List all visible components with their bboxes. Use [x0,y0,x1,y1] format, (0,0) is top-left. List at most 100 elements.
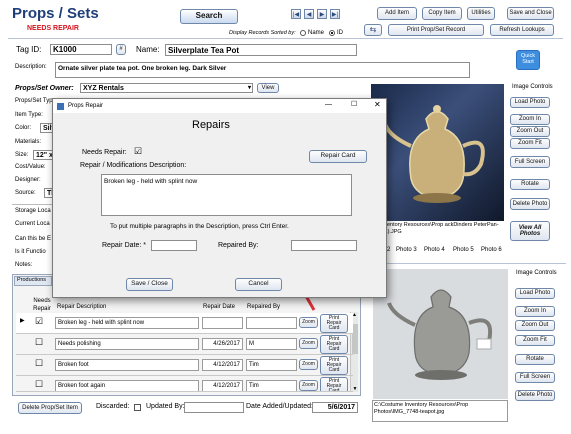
row-date[interactable]: 4/12/2017 [202,359,243,371]
productions-tab[interactable]: Productions [14,276,52,286]
last-record-button[interactable]: ▶| [330,9,340,19]
table-row[interactable]: ▶ ☑ Broken leg - held with splint now Zo… [16,313,353,334]
zoom-in-button[interactable]: Zoom In [510,114,550,125]
notes-label: Notes: [15,262,33,268]
repair-date-field[interactable] [151,240,197,251]
zoom-fit-button-bottom[interactable]: Zoom Fit [515,335,555,346]
load-photo-button[interactable]: Load Photo [510,97,550,108]
prev-record-button[interactable]: ◀ [304,9,314,19]
photo-tab-6[interactable]: Photo 6 [481,247,502,253]
row-zoom-button[interactable]: Zoom [299,338,318,349]
row-date[interactable]: 4/12/2017 [202,380,243,391]
discarded-checkbox[interactable] [134,404,141,411]
row-description[interactable]: Broken foot again [55,380,199,391]
needs-repair-checkbox[interactable]: ☐ [35,337,43,348]
next-record-button[interactable]: ▶ [317,9,327,19]
delete-item-button[interactable]: Delete Prop/Set Item [18,402,82,414]
load-photo-button-bottom[interactable]: Load Photo [515,288,555,299]
owner-label: Props/Set Owner: [15,85,74,92]
size-field[interactable]: 12" x [33,150,54,160]
full-screen-button-bottom[interactable]: Full Screen [515,372,555,383]
delete-photo-button-bottom[interactable]: Delete Photo [515,390,555,401]
zoom-out-button-bottom[interactable]: Zoom Out [515,320,555,331]
first-record-button[interactable]: |◀ [291,9,301,19]
owner-view-button[interactable]: View [257,83,279,93]
table-row[interactable]: ☐ Needs polishing 4/26/2017 M Zoom Print… [16,334,353,355]
row-description[interactable]: Broken foot [55,359,199,371]
row-print-card-button[interactable]: Print Repair Card [320,314,348,333]
zoom-in-button-bottom[interactable]: Zoom In [515,306,555,317]
photo-top[interactable] [371,84,504,221]
sort-label: Display Records Sorted by: [229,30,296,36]
table-row[interactable]: ☐ Broken foot again 4/12/2017 Tim Zoom P… [16,376,353,392]
hash-button[interactable]: # [116,44,126,55]
filter-button[interactable]: ⇆ [364,24,382,36]
date-updated-field[interactable]: 5/6/2017 [312,402,358,413]
tag-id-field[interactable]: K1000 [50,44,112,55]
zoom-fit-button[interactable]: Zoom Fit [510,138,550,149]
repair-date-label: Repair Date: * [102,242,146,249]
row-zoom-button[interactable]: Zoom [299,359,318,370]
side-divider-1 [12,204,52,205]
name-field[interactable]: Silverplate Tea Pot [165,44,357,56]
needs-repair-checkbox[interactable]: ☐ [35,379,43,390]
view-all-photos-button[interactable]: View All Photos [510,221,550,241]
row-repaired-by[interactable]: Tim [246,380,297,391]
row-repaired-by[interactable]: M [246,338,297,350]
rotate-button[interactable]: Rotate [510,179,550,190]
close-icon[interactable]: ✕ [374,100,381,109]
row-repaired-by[interactable] [246,317,297,329]
repaired-by-label: Repaired By: [218,242,259,249]
sort-id-radio[interactable]: ID [329,30,343,36]
minimize-icon[interactable]: — [325,101,332,108]
row-zoom-button[interactable]: Zoom [299,380,318,391]
copy-item-button[interactable]: Copy Item [422,7,462,20]
photo-tab-3[interactable]: Photo 3 [396,247,417,253]
row-print-card-button[interactable]: Print Repair Card [320,335,348,354]
maximize-icon[interactable]: ☐ [351,100,357,108]
dialog-description-field[interactable]: Broken leg - held with splint now [101,174,352,216]
print-record-button[interactable]: Print Prop/Set Record [388,24,484,36]
dialog-title: Props Repair [68,103,104,109]
row-print-card-button[interactable]: Print Repair Card [320,356,348,375]
row-zoom-button[interactable]: Zoom [299,317,318,328]
repaired-by-field[interactable] [291,240,357,251]
row-print-card-button[interactable]: Print Repair Card [320,377,348,391]
photo-bottom-caption: C:\Costume Inventory Resources\Prop Phot… [372,400,508,422]
row-date[interactable]: 4/26/2017 [202,338,243,350]
zoom-out-button[interactable]: Zoom Out [510,126,550,137]
row-repaired-by[interactable]: Tim [246,359,297,371]
photo-tab-5[interactable]: Photo 5 [453,247,474,253]
search-button[interactable]: Search [180,9,238,24]
repair-card-button[interactable]: Repair Card [309,150,367,163]
color-label: Color: [15,125,32,131]
row-description[interactable]: Needs polishing [55,338,199,350]
add-item-button[interactable]: Add Item [377,7,417,20]
delete-photo-button[interactable]: Delete Photo [510,198,550,210]
col-header-repaired-by: Repaired By [247,304,281,310]
cancel-button[interactable]: Cancel [235,278,282,291]
photo-tab-4[interactable]: Photo 4 [424,247,445,253]
refresh-lookups-button[interactable]: Refresh Lookups [490,24,554,36]
app-icon [57,102,64,110]
full-screen-button[interactable]: Full Screen [510,156,550,168]
photo-bottom[interactable] [373,269,508,399]
name-label: Name: [136,45,160,54]
table-row[interactable]: ☐ Broken foot 4/12/2017 Tim Zoom Print R… [16,355,353,376]
needs-repair-checkbox[interactable]: ☐ [35,358,43,369]
quick-start-button[interactable]: Quick Start [516,50,540,70]
sort-name-radio[interactable]: Name [300,30,324,36]
updated-by-field[interactable] [184,402,244,413]
teapot-photo-bottom-icon [387,289,492,380]
needs-repair-checkbox[interactable]: ☑ [35,316,43,327]
save-and-close-button[interactable]: Save and Close [507,7,554,20]
utilities-button[interactable]: Utilities [467,7,495,20]
save-close-button[interactable]: Save / Close [126,278,173,291]
dialog-needs-repair-checkbox[interactable]: ☑ [134,146,142,157]
row-description[interactable]: Broken leg - held with splint now [55,317,199,329]
owner-select[interactable]: XYZ Rentals ▾ [80,83,253,93]
rotate-button-bottom[interactable]: Rotate [515,354,555,365]
photo-tab-2[interactable]: 2 [387,247,390,253]
row-date[interactable] [202,317,243,329]
description-field[interactable]: Ornate silver plate tea pot. One broken … [55,62,470,78]
